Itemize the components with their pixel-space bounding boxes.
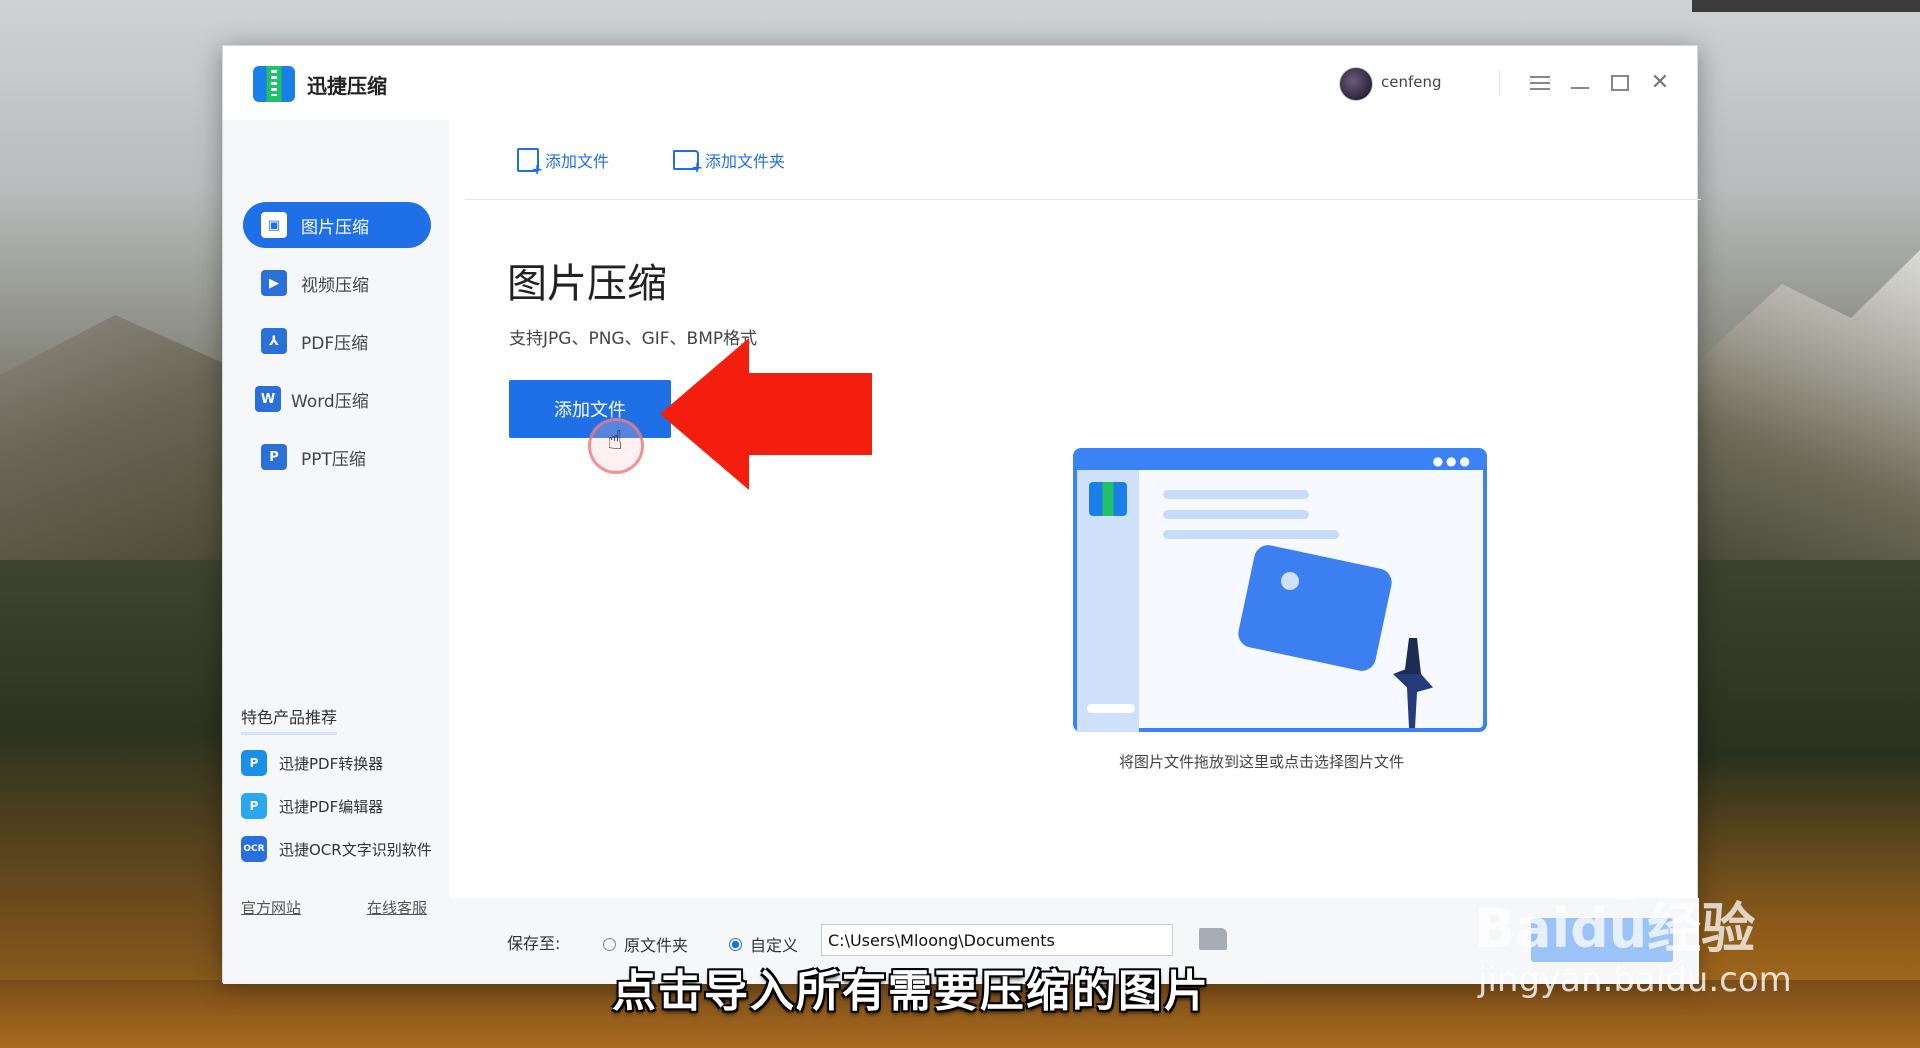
promo-label: 迅捷PDF转换器 bbox=[279, 754, 384, 773]
app-logo-icon bbox=[253, 66, 295, 102]
browse-folder-icon[interactable] bbox=[1199, 928, 1227, 950]
ppt-compress-icon: P bbox=[261, 444, 287, 470]
radio-label: 原文件夹 bbox=[624, 936, 689, 955]
maximize-button[interactable] bbox=[1603, 66, 1637, 100]
online-support-link[interactable]: 在线客服 bbox=[367, 897, 427, 918]
dots-icon: ●●● bbox=[1432, 454, 1473, 468]
close-button[interactable]: ✕ bbox=[1643, 66, 1677, 100]
illustration-line bbox=[1163, 510, 1309, 519]
sidebar-item-label: 图片压缩 bbox=[301, 217, 369, 238]
page-title: 图片压缩 bbox=[507, 261, 667, 307]
radio-original-folder[interactable]: 原文件夹 bbox=[603, 932, 688, 956]
image-sun-icon bbox=[1281, 572, 1299, 590]
promo-label: 迅捷PDF编辑器 bbox=[279, 797, 384, 816]
sidebar-item-label: 视频压缩 bbox=[301, 275, 369, 296]
add-file-icon bbox=[517, 148, 543, 178]
sidebar-item-video-compress[interactable]: ▶ 视频压缩 bbox=[243, 260, 431, 306]
supported-formats: 支持JPG、PNG、GIF、BMP格式 bbox=[509, 329, 758, 349]
sidebar-item-label: PDF压缩 bbox=[301, 333, 369, 354]
promo-item-ocr[interactable]: OCR 迅捷OCR文字识别软件 bbox=[241, 836, 432, 862]
add-file-toolbar-button[interactable]: 添加文件 bbox=[517, 148, 610, 178]
illustration-titlebar: ●●● bbox=[1077, 452, 1483, 470]
promo-item-pdf-converter[interactable]: P 迅捷PDF转换器 bbox=[241, 750, 383, 776]
video-subtitle: 点击导入所有需要压缩的图片 bbox=[612, 966, 1210, 1017]
close-icon: ✕ bbox=[1650, 70, 1670, 95]
illustration-line bbox=[1163, 530, 1339, 539]
promo-title: 特色产品推荐 bbox=[241, 704, 338, 735]
sidebar-item-label: PPT压缩 bbox=[301, 449, 366, 470]
sidebar-item-ppt-compress[interactable]: P PPT压缩 bbox=[243, 434, 431, 480]
maximize-icon bbox=[1611, 75, 1629, 91]
toolbar: 添加文件 添加文件夹 bbox=[465, 120, 1701, 200]
radio-selected-icon bbox=[729, 937, 742, 951]
save-path-input[interactable] bbox=[821, 924, 1173, 956]
desktop-top-bar bbox=[1692, 0, 1920, 12]
add-folder-icon bbox=[673, 150, 703, 176]
video-compress-icon: ▶ bbox=[261, 270, 287, 296]
illustration-logo-icon bbox=[1089, 482, 1127, 516]
minimize-button[interactable] bbox=[1563, 66, 1597, 100]
promo-item-pdf-editor[interactable]: P 迅捷PDF编辑器 bbox=[241, 793, 383, 819]
save-to-label: 保存至: bbox=[507, 934, 561, 953]
sidebar: ▣ 图片压缩 ▶ 视频压缩 ⅄ PDF压缩 W Word压缩 P PPT压缩 特… bbox=[223, 120, 449, 984]
radio-custom-folder[interactable]: 自定义 bbox=[729, 932, 798, 956]
drop-hint: 将图片文件拖放到这里或点击选择图片文件 bbox=[1119, 753, 1405, 771]
promo-label: 迅捷OCR文字识别软件 bbox=[279, 840, 432, 859]
add-file-button[interactable]: 添加文件 bbox=[509, 380, 671, 438]
title-divider bbox=[1499, 70, 1500, 96]
official-website-link[interactable]: 官方网站 bbox=[241, 897, 301, 918]
drop-zone[interactable]: ●●● bbox=[1073, 448, 1493, 738]
title-bar: 迅捷压缩 cenfeng ✕ bbox=[223, 46, 1697, 120]
add-folder-toolbar-button[interactable]: 添加文件夹 bbox=[673, 148, 786, 176]
desktop-mountain-left bbox=[0, 315, 230, 600]
image-compress-icon: ▣ bbox=[261, 212, 287, 238]
menu-button[interactable] bbox=[1523, 66, 1557, 100]
add-folder-label: 添加文件夹 bbox=[705, 152, 786, 171]
add-file-label: 添加文件 bbox=[545, 152, 610, 171]
sidebar-item-word-compress[interactable]: W Word压缩 bbox=[243, 376, 431, 422]
sidebar-item-label: Word压缩 bbox=[291, 391, 369, 412]
radio-icon bbox=[603, 937, 616, 951]
sidebar-item-image-compress[interactable]: ▣ 图片压缩 bbox=[243, 202, 431, 248]
desktop-mountain-right bbox=[1690, 250, 1920, 590]
illustration-line bbox=[1087, 704, 1135, 713]
pdf-editor-icon: P bbox=[241, 793, 267, 819]
pdf-converter-icon: P bbox=[241, 750, 267, 776]
word-compress-icon: W bbox=[255, 386, 281, 412]
hand-cursor-icon: ☝ bbox=[607, 426, 623, 456]
username[interactable]: cenfeng bbox=[1381, 73, 1442, 91]
minimize-icon bbox=[1571, 87, 1589, 89]
menu-icon bbox=[1530, 76, 1550, 90]
avatar[interactable] bbox=[1339, 67, 1373, 101]
image-icon bbox=[1235, 542, 1395, 674]
baidu-watermark: Baidu经验 bbox=[1474, 897, 1756, 960]
radio-label: 自定义 bbox=[750, 936, 799, 955]
pdf-compress-icon: ⅄ bbox=[261, 328, 287, 354]
app-title: 迅捷压缩 bbox=[307, 74, 387, 98]
app-window: 迅捷压缩 cenfeng ✕ ▣ 图片压缩 ▶ 视频压缩 ⅄ PDF压缩 W W… bbox=[222, 45, 1701, 984]
ocr-icon: OCR bbox=[241, 836, 267, 862]
desktop-forest-left bbox=[0, 560, 225, 1048]
baidu-watermark-url: jingyan.baidu.com bbox=[1478, 960, 1792, 1000]
sidebar-item-pdf-compress[interactable]: ⅄ PDF压缩 bbox=[243, 318, 431, 364]
illustration-line bbox=[1163, 490, 1309, 499]
